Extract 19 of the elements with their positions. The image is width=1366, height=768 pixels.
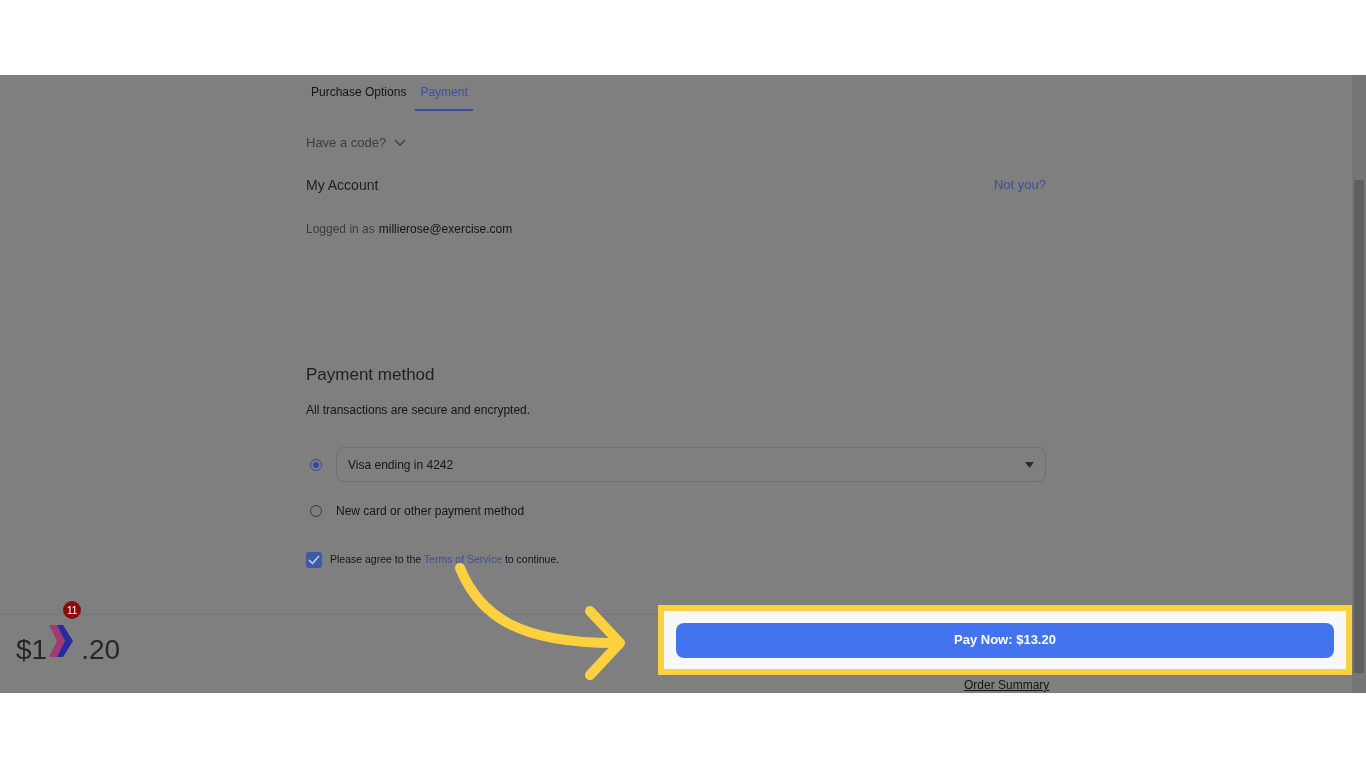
total-price: $1 — [16, 633, 48, 667]
account-email: millierose@exercise.com — [378, 220, 513, 238]
scrollbar[interactable] — [1352, 75, 1366, 693]
logged-in-label: Logged in as — [306, 220, 375, 238]
chevron-down-icon — [394, 138, 407, 147]
total-price: .20 — [81, 633, 121, 667]
card-select[interactable]: Visa ending in 4242 — [336, 447, 1046, 482]
pay-now-button[interactable]: Pay Now: $13.20 — [676, 622, 1334, 658]
terms-checkbox[interactable] — [306, 552, 322, 568]
option-label: New card or other payment method — [336, 503, 525, 520]
notification-badge: 11 — [63, 601, 82, 619]
order-summary-link[interactable]: Order Summary — [964, 676, 1050, 694]
dropdown-caret-icon — [1025, 461, 1034, 468]
terms-text: Please agree to the Terms of Service to continue. — [330, 552, 560, 568]
have-code-toggle[interactable]: Have a code? — [306, 133, 407, 153]
section-title: My Account — [306, 175, 379, 195]
tab[interactable]: Purchase Options — [306, 75, 412, 111]
security-note: All transactions are secure and encrypted. — [306, 402, 532, 419]
section-title: Payment method — [306, 363, 436, 386]
